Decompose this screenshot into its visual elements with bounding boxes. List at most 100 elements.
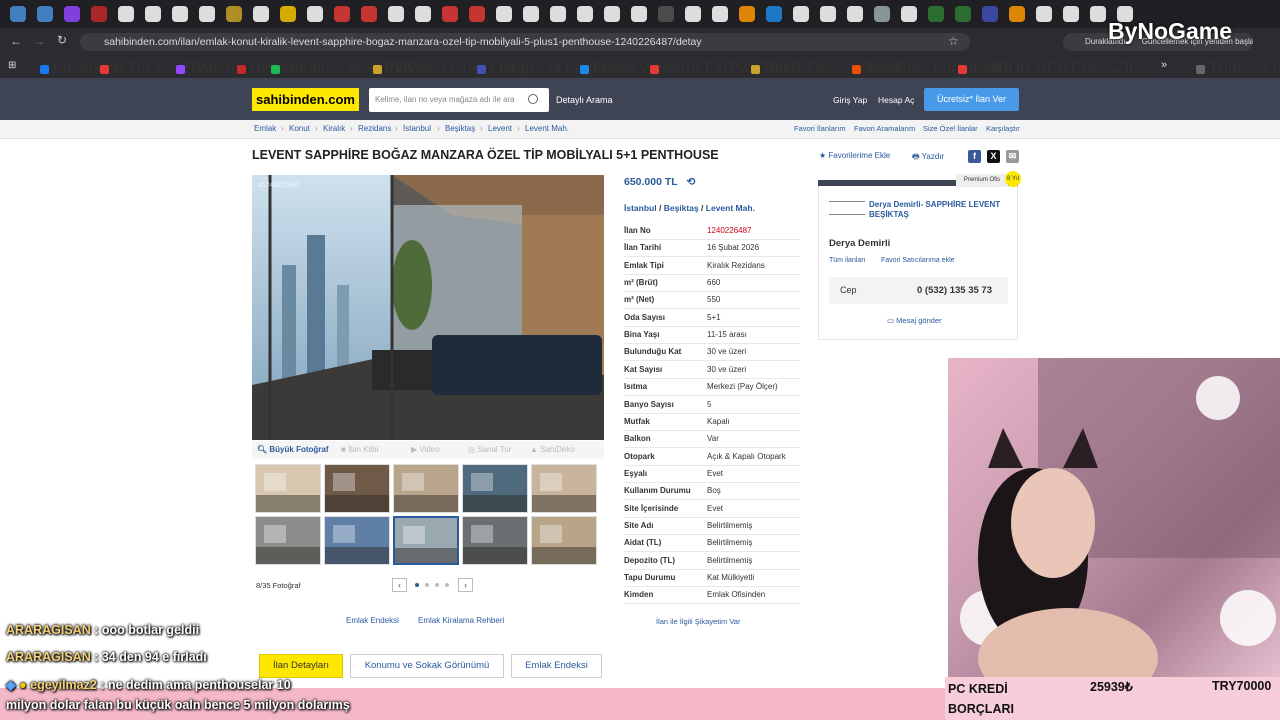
browser-tab-icon[interactable] (1063, 6, 1079, 22)
page-dot[interactable] (435, 583, 439, 587)
browser-tab-icon[interactable] (1036, 6, 1052, 22)
browser-tab-icon[interactable] (1090, 6, 1106, 22)
send-message-link[interactable]: ▭ Mesaj gönder (887, 316, 942, 325)
firm-name[interactable]: Derya Demirli- SAPPHİRE LEVENT BEŞİKTAŞ (869, 200, 1009, 220)
video-clip-button[interactable]: ■ İlan Klibi (341, 445, 378, 454)
site-logo[interactable]: sahibinden.com (252, 88, 359, 111)
browser-tab-icon[interactable] (145, 6, 161, 22)
breadcrumb-item[interactable]: Emlak (254, 124, 276, 133)
browser-tab-icon[interactable] (739, 6, 755, 22)
rental-guide-link[interactable]: Emlak Kiralama Rehberi (418, 616, 504, 625)
browser-tab-icon[interactable] (820, 6, 836, 22)
next-photos-button[interactable]: › (458, 578, 473, 592)
breadcrumb-item[interactable]: Kiralık (323, 124, 345, 133)
photo-thumbnail[interactable] (462, 464, 528, 513)
search-input[interactable]: Kelime, ilan no veya mağaza adı ile ara (369, 88, 549, 112)
bookmark-item[interactable]: 1 HOUR BEST BRAZIL... (958, 60, 1151, 78)
browser-tab-icon[interactable] (307, 6, 323, 22)
browser-tab-icon[interactable] (982, 6, 998, 22)
bookmark-item[interactable]: Tüm Yer İşaretleri (1196, 60, 1280, 78)
video-button[interactable]: ▶ Video (411, 445, 440, 454)
post-ad-button[interactable]: Ücretsiz* İlan Ver (924, 88, 1019, 111)
browser-tab-icon[interactable] (1009, 6, 1025, 22)
favorite-seller-link[interactable]: Favori Satıcılarıma ekle (881, 257, 955, 264)
browser-tab-icon[interactable] (901, 6, 917, 22)
location-city[interactable]: İstanbul (624, 203, 657, 213)
browser-tab-icon[interactable] (361, 6, 377, 22)
browser-tab-icon[interactable] (91, 6, 107, 22)
back-icon[interactable]: ← (10, 34, 22, 48)
large-photo-button[interactable]: 🔍︎ Büyük Fotoğraf (257, 445, 329, 454)
browser-tab-icon[interactable] (496, 6, 512, 22)
facebook-share-icon[interactable]: f (968, 150, 981, 163)
browser-tab-icon[interactable] (388, 6, 404, 22)
search-icon[interactable] (528, 94, 538, 104)
location-district[interactable]: Beşiktaş (664, 203, 699, 213)
url-field[interactable]: sahibinden.com/ilan/emlak-konut-kiralik-… (80, 33, 970, 51)
browser-tab-icon[interactable] (37, 6, 53, 22)
photo-thumbnail[interactable] (324, 464, 390, 513)
browser-tab-icon[interactable] (793, 6, 809, 22)
browser-tab-icon[interactable] (334, 6, 350, 22)
breadcrumb-item[interactable]: Beşiktaş (445, 124, 475, 133)
detailed-search-link[interactable]: Detaylı Arama (556, 88, 613, 112)
sahideko-button[interactable]: ▲ SahiDeko (530, 445, 575, 454)
browser-tab-icon[interactable] (577, 6, 593, 22)
browser-tab-icon[interactable] (199, 6, 215, 22)
photo-thumbnail[interactable] (531, 516, 597, 565)
browser-tab-icon[interactable] (469, 6, 485, 22)
top-link[interactable]: Favori İlanlarım (794, 124, 846, 133)
browser-tab-icon[interactable] (253, 6, 269, 22)
browser-tab-icon[interactable] (685, 6, 701, 22)
browser-tab-icon[interactable] (64, 6, 80, 22)
browser-tab-icon[interactable] (1117, 6, 1133, 22)
top-link[interactable]: Karşılaştır (986, 124, 1020, 133)
breadcrumb-item[interactable]: Konut (289, 124, 310, 133)
browser-tab-icon[interactable] (847, 6, 863, 22)
history-icon[interactable]: ⟲ (686, 176, 695, 188)
browser-tab-icon[interactable] (415, 6, 431, 22)
firm-logo[interactable] (829, 201, 865, 215)
browser-tab-icon[interactable] (874, 6, 890, 22)
browser-tab-icon[interactable] (118, 6, 134, 22)
reload-icon[interactable]: ↻ (57, 33, 67, 47)
signup-link[interactable]: Hesap Aç (878, 88, 914, 112)
more-bookmarks-icon[interactable]: » (1161, 59, 1167, 71)
browser-tab-icon[interactable] (604, 6, 620, 22)
breadcrumb-item[interactable]: İstanbul (403, 124, 431, 133)
x-share-icon[interactable]: X (987, 150, 1000, 163)
photo-thumbnail[interactable] (393, 516, 459, 565)
browser-tab-icon[interactable] (442, 6, 458, 22)
browser-tab-icon[interactable] (658, 6, 674, 22)
page-dot[interactable] (425, 583, 429, 587)
apps-icon[interactable]: ⊞ (8, 60, 16, 71)
browser-tab-icon[interactable] (550, 6, 566, 22)
add-favorite-link[interactable]: ★ Favorilerime Ekle (819, 151, 890, 160)
all-ads-link[interactable]: Tüm ilanları (829, 257, 866, 264)
photo-thumbnail[interactable] (531, 464, 597, 513)
page-dot[interactable] (415, 583, 419, 587)
location-neighborhood[interactable]: Levent Mah. (706, 203, 755, 213)
top-link[interactable]: Size Özel İlanlar (923, 124, 978, 133)
browser-tab-icon[interactable] (226, 6, 242, 22)
browser-tab-icon[interactable] (631, 6, 647, 22)
breadcrumb-item[interactable]: Levent (488, 124, 512, 133)
star-icon[interactable]: ☆ (948, 34, 959, 48)
prev-photos-button[interactable]: ‹ (392, 578, 407, 592)
phone-number[interactable]: 0 (532) 135 35 73 (917, 285, 992, 296)
browser-tab-icon[interactable] (10, 6, 26, 22)
photo-thumbnail[interactable] (324, 516, 390, 565)
browser-tab-icon[interactable] (280, 6, 296, 22)
photo-thumbnail[interactable] (255, 464, 321, 513)
photo-thumbnail[interactable] (393, 464, 459, 513)
photo-thumbnail[interactable] (462, 516, 528, 565)
forward-icon[interactable]: → (33, 34, 45, 48)
browser-tab-icon[interactable] (172, 6, 188, 22)
real-estate-index-link[interactable]: Emlak Endeksi (346, 616, 399, 625)
tab-real-estate-index[interactable]: Emlak Endeksi (511, 654, 602, 678)
top-link[interactable]: Favori Aramalarım (854, 124, 915, 133)
breadcrumb-item[interactable]: Levent Mah. (525, 124, 569, 133)
report-listing-link[interactable]: İlan ile İlgili Şikayetim Var (656, 617, 740, 626)
browser-tab-icon[interactable] (523, 6, 539, 22)
tab-location-street-view[interactable]: Konumu ve Sokak Görünümü (350, 654, 504, 678)
